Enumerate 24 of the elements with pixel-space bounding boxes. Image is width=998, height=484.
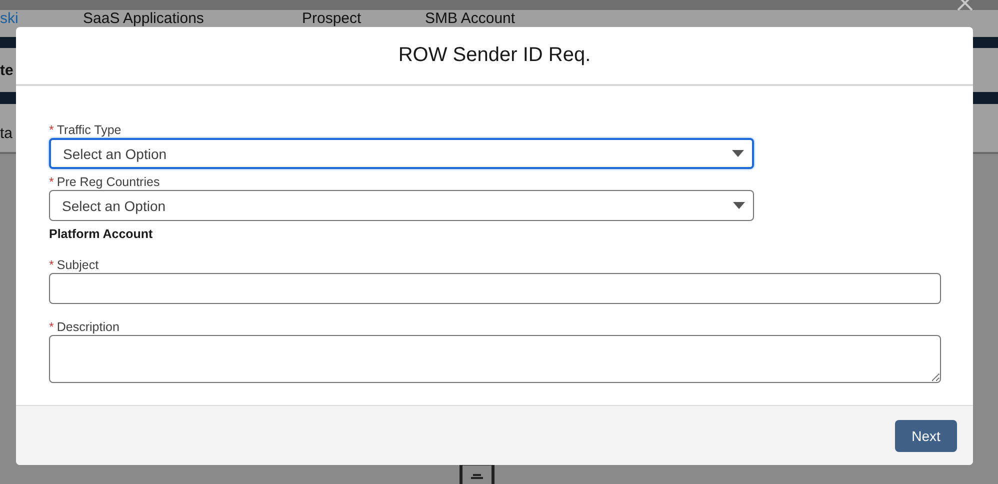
input-field[interactable] [49, 273, 941, 304]
expand-icon[interactable] [459, 462, 495, 484]
caret-icon [733, 202, 745, 210]
field-label: Description [56, 320, 120, 334]
text-area[interactable] [49, 335, 941, 383]
field-label: Pre Reg Countries [56, 174, 160, 188]
next-button[interactable]: Next [895, 420, 957, 452]
modal-title: ROW Sender ID Req. [398, 44, 591, 67]
page-text: te [0, 62, 14, 79]
close-icon[interactable] [957, 0, 973, 12]
field-value: Prospect [302, 10, 362, 27]
required-marker: * [49, 320, 54, 334]
field-label: Traffic Type [56, 122, 122, 136]
field-value: SMB Account [425, 10, 516, 27]
required-marker: * [49, 174, 54, 188]
section-heading: Platform Account [49, 227, 154, 243]
field-value: SaaS Applications [83, 10, 205, 27]
required-marker: * [49, 258, 54, 272]
tab-label[interactable]: ta [0, 125, 13, 142]
caret-icon [732, 150, 744, 158]
select-field[interactable]: Select an Option [49, 190, 754, 221]
required-marker: * [49, 122, 54, 136]
select-field[interactable]: Select an Option [49, 138, 754, 169]
field-label: Subject [56, 258, 99, 272]
